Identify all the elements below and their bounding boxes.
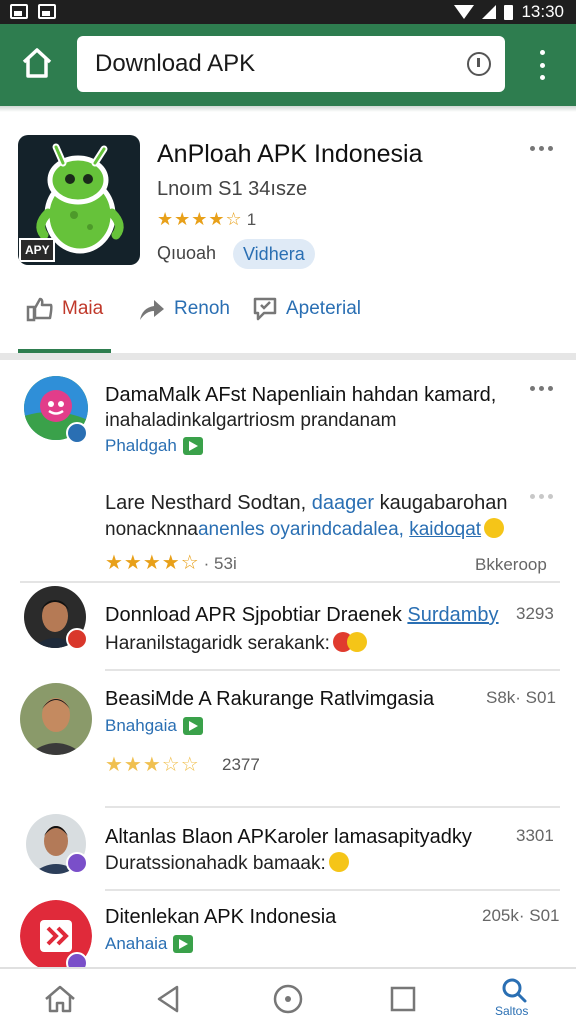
search-input[interactable]: Download APK [77, 36, 505, 92]
section-divider [0, 353, 576, 360]
tab-share-label: Renoh [174, 298, 230, 319]
play-badge-icon [66, 852, 88, 874]
tab-report[interactable]: Apeterial [252, 296, 361, 322]
app-icon[interactable]: APY [18, 135, 140, 265]
gallery-notification-icon [10, 4, 28, 19]
record-badge-icon [66, 628, 88, 650]
feed-item-title[interactable]: Donnload APR Sjpobtiar Draenek Surdamby [105, 604, 499, 627]
feed-item-title[interactable]: BeasiMde A Rakurange Ratlvimgasia [105, 688, 434, 711]
app-title: AnPloah APK Indonesia [157, 140, 423, 168]
feed-item-text: Haranilstagaridk serakank: [105, 632, 367, 655]
rating-stars: ★★★★☆ [105, 552, 200, 574]
app-more-icon[interactable] [530, 146, 553, 151]
feed-item-title[interactable]: Ditenlekan APK Indonesia [105, 906, 336, 929]
report-icon [253, 297, 277, 321]
feed-text-part: Lare Nesthard Sodtan, [105, 492, 312, 514]
feed-item-tag-label: Anahaia [105, 934, 168, 953]
feed-item-meta: 3301 [516, 826, 554, 845]
feed-item-meta: Bkkeroop [475, 555, 547, 574]
feed-item-more-icon[interactable] [530, 386, 553, 391]
app-icon-badge: APY [25, 243, 50, 257]
appbar-shadow [0, 106, 576, 112]
app-publisher: Qıuoah [157, 243, 217, 263]
home-icon[interactable] [40, 979, 80, 1019]
tab-report-label: Apeterial [286, 298, 361, 319]
divider [105, 806, 560, 808]
feed-text-part: nonacknna [105, 519, 198, 540]
battery-icon [504, 4, 514, 20]
tab-like-label: Maia [62, 298, 104, 319]
feed-item-text: inahaladinkalgartriosm prandanam [105, 410, 397, 431]
feed-item-title[interactable]: DamaMalk AFst Napenliain hahdan kamard, [105, 384, 496, 407]
feed-link[interactable]: anenles oyarindcadalea, [198, 519, 409, 540]
divider [20, 581, 560, 583]
smile-emoji-icon [328, 852, 349, 872]
divider [105, 669, 560, 671]
avatar[interactable] [20, 683, 92, 755]
top-app-bar: Download APK [0, 24, 576, 106]
feed-item-meta: 205k· S01 [482, 906, 560, 925]
feed-text-part: Duratssionahadk bamaak: [105, 853, 326, 874]
status-time: 13:30 [521, 2, 564, 21]
app-subtitle: Lnoım S1 34ısze [157, 178, 308, 200]
feed-item-tag[interactable]: Bnahgaia [105, 716, 203, 736]
feed-item-text: nonacknnaanenles oyarindcadalea, kaidoqa… [105, 518, 505, 541]
status-bar: 13:30 [0, 0, 576, 24]
feed-item-tag-label: Phaldgah [105, 436, 177, 455]
feed-item-tag-label: Bnahgaia [105, 716, 177, 735]
home-circle-icon[interactable] [268, 979, 308, 1019]
home-icon[interactable] [20, 46, 54, 80]
app-rating-stars: ★★★★☆ [157, 209, 243, 229]
play-store-icon [182, 717, 203, 735]
back-icon[interactable] [150, 979, 190, 1019]
rating-stars: ★★★☆☆ [105, 754, 200, 776]
tab-share[interactable]: Renoh [138, 296, 230, 322]
feed-link[interactable]: daager [312, 492, 374, 514]
feed-item-more-icon[interactable] [530, 494, 553, 499]
feed-link[interactable]: Surdamby [407, 604, 498, 626]
feed-item-rating-count: 2377 [222, 755, 260, 774]
feed-item-tag[interactable]: Anahaia [105, 934, 194, 954]
feed-item-meta: 3293 [516, 604, 554, 623]
feed-item-rating: ★★★★☆ · 53i [105, 550, 237, 575]
signal-icon [482, 5, 497, 19]
smile-emoji-icon [346, 632, 367, 652]
app-rating: ★★★★☆ 1 [157, 209, 256, 230]
feed-item-rating: ★★★☆☆ [105, 752, 200, 777]
image-notification-icon [38, 4, 56, 19]
overflow-menu-icon[interactable] [536, 50, 548, 80]
feed-item-title[interactable]: Altanlas Blaon APKaroler lamasapityadky [105, 826, 472, 849]
feed-item-tag[interactable]: Phaldgah [105, 436, 203, 456]
feed-item-meta: S8k· S01 [486, 688, 556, 707]
search-input-text: Download APK [95, 50, 256, 77]
play-store-icon [182, 437, 203, 455]
thumbs-up-icon [26, 297, 53, 322]
feed-title-part: Donnload APR Sjpobtiar Draenek [105, 604, 408, 626]
feed-text-part: Haranilstagaridk serakank: [105, 633, 330, 654]
feed-link[interactable]: kaidoqat [409, 519, 481, 540]
info-icon[interactable] [467, 52, 491, 76]
play-badge-icon [66, 422, 88, 444]
smile-emoji-icon [484, 518, 505, 538]
app-rating-count: 1 [246, 210, 257, 229]
feed-item-text: Duratssionahadk bamaak: [105, 852, 349, 875]
share-icon [140, 300, 164, 320]
feed-item-text: Lare Nesthard Sodtan, daager kaugabaroha… [105, 492, 508, 515]
divider [105, 889, 560, 891]
search-nav-label[interactable]: Saltos [495, 1004, 528, 1018]
rating-count: · 53i [203, 554, 237, 573]
tab-like[interactable]: Maia [26, 296, 103, 322]
feed-text-part: kaugabarohan [374, 492, 508, 514]
wifi-icon [454, 5, 475, 19]
play-store-icon [173, 935, 194, 953]
category-chip[interactable]: Vidhera [233, 239, 315, 269]
bottom-navigation: Saltos [0, 967, 576, 1024]
recents-icon[interactable] [383, 979, 423, 1019]
